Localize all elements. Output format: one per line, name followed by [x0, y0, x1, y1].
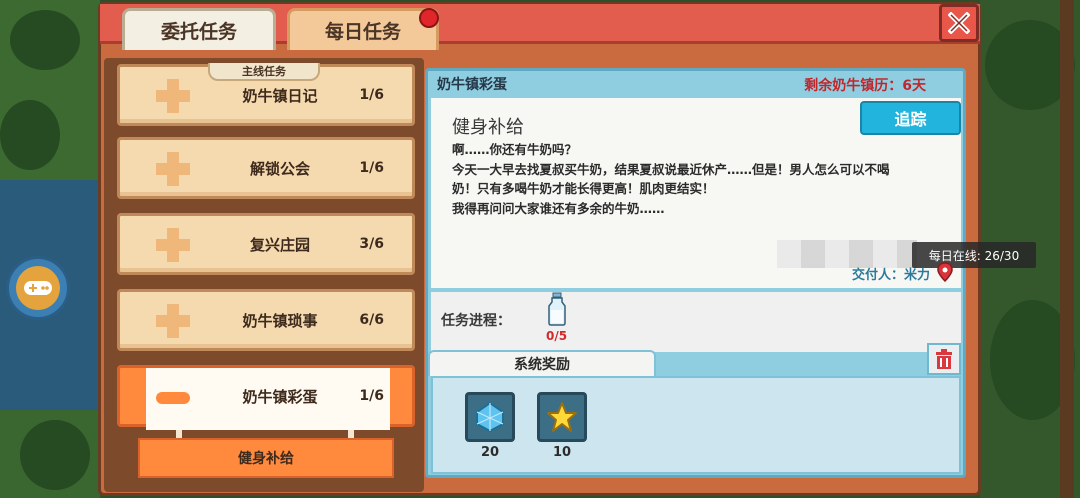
quest-progress: 1/6: [359, 160, 384, 176]
track-button[interactable]: 追踪: [860, 101, 961, 135]
expand-plus-icon: [156, 79, 190, 113]
tab-commission-quests[interactable]: 委托任务: [122, 8, 276, 50]
milk-bottle-icon: [548, 292, 566, 326]
quest-giver: 交付人：米力: [851, 268, 930, 283]
daily-online-counter: 每日在线: 26/30: [912, 242, 1036, 268]
delete-button[interactable]: [927, 343, 961, 375]
quest-progress: 3/6: [359, 236, 384, 252]
dialogue-line: 奶！只有多喝牛奶才能长得更高！肌肉更结实！: [452, 181, 715, 196]
sub-quest-item[interactable]: 健身补给: [138, 438, 394, 478]
tab-system-rewards[interactable]: 系统奖励: [428, 350, 656, 376]
close-button[interactable]: [939, 4, 979, 42]
gamepad-button[interactable]: [6, 256, 70, 320]
progress-value: 0/5: [546, 329, 568, 343]
reward-gem[interactable]: [465, 392, 515, 442]
close-icon: [948, 12, 970, 34]
quest-progress: 1/6: [359, 388, 384, 404]
trash-icon: [936, 349, 952, 369]
tab-commission-label: 委托任务: [160, 21, 237, 43]
quest-title: 健身补给: [452, 117, 524, 138]
days-remaining: 剩余奶牛镇历：6天: [804, 78, 926, 94]
expand-plus-icon: [156, 152, 190, 186]
quest-item-selected[interactable]: 奶牛镇彩蛋 1/6: [117, 365, 415, 430]
reward-star[interactable]: [537, 392, 587, 442]
blue-gem-icon: [476, 401, 504, 433]
expand-plus-icon: [156, 228, 190, 262]
gamepad-icon: [24, 281, 52, 295]
notification-dot: [419, 8, 439, 28]
dialogue-line: 我得再问问大家谁还有多余的牛奶……: [452, 200, 665, 216]
tab-daily-quests[interactable]: 每日任务: [287, 8, 439, 50]
location-pin-icon[interactable]: [936, 262, 954, 282]
tab-daily-label: 每日任务: [324, 21, 401, 43]
quest-dialogue: 啊……你还有牛奶吗？ 今天一大早去找夏叔买牛奶，结果夏叔说最近休产……但是！男人…: [452, 140, 957, 218]
expand-plus-icon: [156, 304, 190, 338]
quest-item[interactable]: 复兴庄园 3/6: [117, 213, 415, 275]
quest-item[interactable]: 奶牛镇琐事 6/6: [117, 289, 415, 351]
reward-quantity: 10: [552, 445, 572, 460]
quest-progress: 1/6: [359, 87, 384, 103]
quest-progress: 6/6: [359, 312, 384, 328]
star-icon: [547, 402, 577, 432]
collapse-minus-icon: [156, 392, 190, 404]
quest-category-title: 奶牛镇彩蛋: [437, 77, 507, 93]
quest-item[interactable]: 解锁公会 1/6: [117, 137, 415, 199]
dialogue-line: 啊……你还有牛奶吗？: [452, 142, 578, 157]
dialogue-line: 今天一大早去找夏叔买牛奶，结果夏叔说最近休产……但是！男人怎么可以不喝: [452, 161, 890, 177]
progress-label: 任务进程：: [441, 313, 511, 329]
quest-name: 复兴庄园: [249, 235, 310, 254]
reward-quantity: 20: [480, 445, 500, 460]
quest-name: 解锁公会: [249, 159, 310, 178]
quest-name: 奶牛镇琐事: [242, 311, 318, 330]
quest-name: 奶牛镇彩蛋: [242, 387, 318, 406]
main-quest-section-label: 主线任务: [208, 63, 320, 81]
